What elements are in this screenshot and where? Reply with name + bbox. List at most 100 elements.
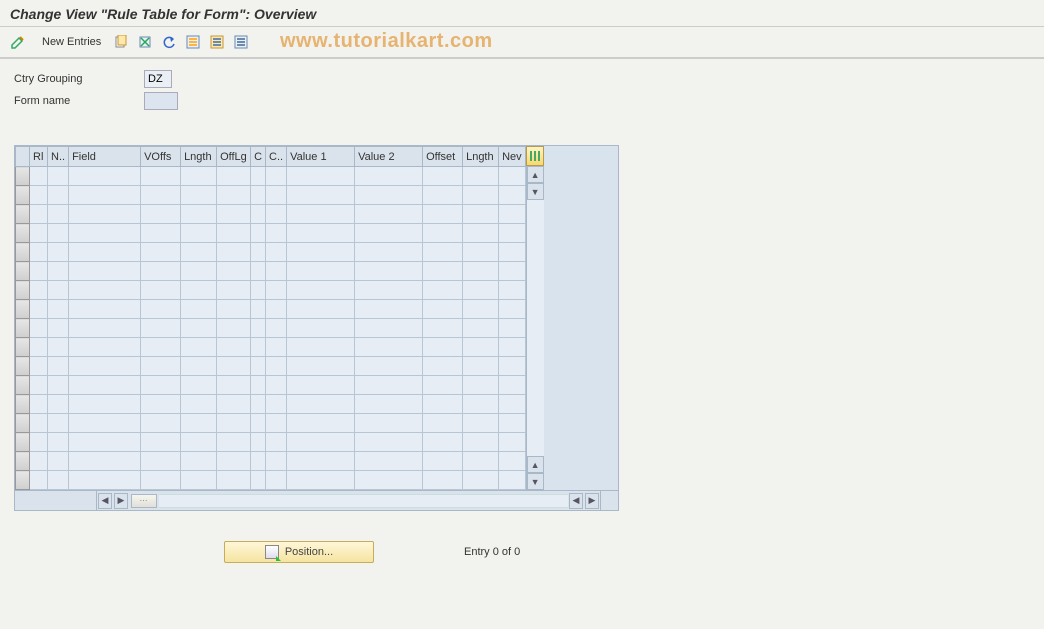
scroll-down-icon[interactable]: ▼ xyxy=(527,473,544,490)
cell[interactable] xyxy=(30,186,48,205)
cell[interactable] xyxy=(266,167,287,186)
header-lngth[interactable]: Lngth xyxy=(181,147,217,167)
cell[interactable] xyxy=(423,395,463,414)
cell[interactable] xyxy=(141,433,181,452)
cell[interactable] xyxy=(69,338,141,357)
cell[interactable] xyxy=(287,357,355,376)
deselect-icon[interactable] xyxy=(231,32,251,52)
cell[interactable] xyxy=(217,224,251,243)
ctry-grouping-input[interactable] xyxy=(144,70,172,88)
cell[interactable] xyxy=(251,357,266,376)
cell[interactable] xyxy=(423,319,463,338)
cell[interactable] xyxy=(217,376,251,395)
hscroll-right1-icon[interactable]: ▶ xyxy=(114,493,128,509)
position-button[interactable]: Position... xyxy=(224,541,374,563)
cell[interactable] xyxy=(463,433,499,452)
header-n[interactable]: N.. xyxy=(48,147,69,167)
row-selector[interactable] xyxy=(16,395,30,414)
row-selector[interactable] xyxy=(16,357,30,376)
cell[interactable] xyxy=(69,433,141,452)
cell[interactable] xyxy=(30,338,48,357)
cell[interactable] xyxy=(287,167,355,186)
cell[interactable] xyxy=(463,471,499,490)
cell[interactable] xyxy=(251,243,266,262)
cell[interactable] xyxy=(287,338,355,357)
cell[interactable] xyxy=(251,281,266,300)
cell[interactable] xyxy=(423,167,463,186)
cell[interactable] xyxy=(217,395,251,414)
cell[interactable] xyxy=(287,224,355,243)
cell[interactable] xyxy=(423,471,463,490)
cell[interactable] xyxy=(355,243,423,262)
cell[interactable] xyxy=(69,243,141,262)
cell[interactable] xyxy=(423,376,463,395)
row-selector[interactable] xyxy=(16,167,30,186)
cell[interactable] xyxy=(287,300,355,319)
table-row[interactable] xyxy=(16,300,526,319)
cell[interactable] xyxy=(463,395,499,414)
scroll-down2-icon[interactable]: ▲ xyxy=(527,456,544,473)
cell[interactable] xyxy=(423,357,463,376)
cell[interactable] xyxy=(287,376,355,395)
cell[interactable] xyxy=(499,338,526,357)
cell[interactable] xyxy=(287,433,355,452)
cell[interactable] xyxy=(355,471,423,490)
cell[interactable] xyxy=(355,224,423,243)
cell[interactable] xyxy=(463,414,499,433)
table-row[interactable] xyxy=(16,281,526,300)
table-row[interactable] xyxy=(16,205,526,224)
cell[interactable] xyxy=(181,395,217,414)
cell[interactable] xyxy=(463,243,499,262)
cell[interactable] xyxy=(30,452,48,471)
cell[interactable] xyxy=(266,186,287,205)
cell[interactable] xyxy=(69,281,141,300)
cell[interactable] xyxy=(287,452,355,471)
cell[interactable] xyxy=(181,471,217,490)
cell[interactable] xyxy=(30,471,48,490)
cell[interactable] xyxy=(141,205,181,224)
vscroll-track[interactable] xyxy=(527,200,544,456)
change-icon[interactable] xyxy=(8,32,28,52)
table-row[interactable] xyxy=(16,452,526,471)
cell[interactable] xyxy=(217,357,251,376)
cell[interactable] xyxy=(287,243,355,262)
table-config-button[interactable] xyxy=(526,146,544,166)
scroll-up2-icon[interactable]: ▼ xyxy=(527,183,544,200)
cell[interactable] xyxy=(48,357,69,376)
cell[interactable] xyxy=(499,205,526,224)
cell[interactable] xyxy=(463,452,499,471)
cell[interactable] xyxy=(217,243,251,262)
header-c1[interactable]: C xyxy=(251,147,266,167)
header-val2[interactable]: Value 2 xyxy=(355,147,423,167)
row-selector[interactable] xyxy=(16,376,30,395)
cell[interactable] xyxy=(463,376,499,395)
cell[interactable] xyxy=(463,186,499,205)
cell[interactable] xyxy=(181,433,217,452)
row-selector[interactable] xyxy=(16,414,30,433)
cell[interactable] xyxy=(181,243,217,262)
cell[interactable] xyxy=(69,205,141,224)
cell[interactable] xyxy=(499,262,526,281)
cell[interactable] xyxy=(499,167,526,186)
header-voffs[interactable]: VOffs xyxy=(141,147,181,167)
cell[interactable] xyxy=(48,376,69,395)
cell[interactable] xyxy=(217,300,251,319)
cell[interactable] xyxy=(181,319,217,338)
cell[interactable] xyxy=(181,281,217,300)
cell[interactable] xyxy=(266,452,287,471)
cell[interactable] xyxy=(499,186,526,205)
table-row[interactable] xyxy=(16,471,526,490)
cell[interactable] xyxy=(69,395,141,414)
row-selector[interactable] xyxy=(16,452,30,471)
cell[interactable] xyxy=(217,452,251,471)
cell[interactable] xyxy=(423,338,463,357)
cell[interactable] xyxy=(463,357,499,376)
cell[interactable] xyxy=(141,186,181,205)
cell[interactable] xyxy=(217,433,251,452)
cell[interactable] xyxy=(499,281,526,300)
cell[interactable] xyxy=(69,376,141,395)
cell[interactable] xyxy=(141,319,181,338)
cell[interactable] xyxy=(48,395,69,414)
cell[interactable] xyxy=(499,414,526,433)
cell[interactable] xyxy=(251,167,266,186)
